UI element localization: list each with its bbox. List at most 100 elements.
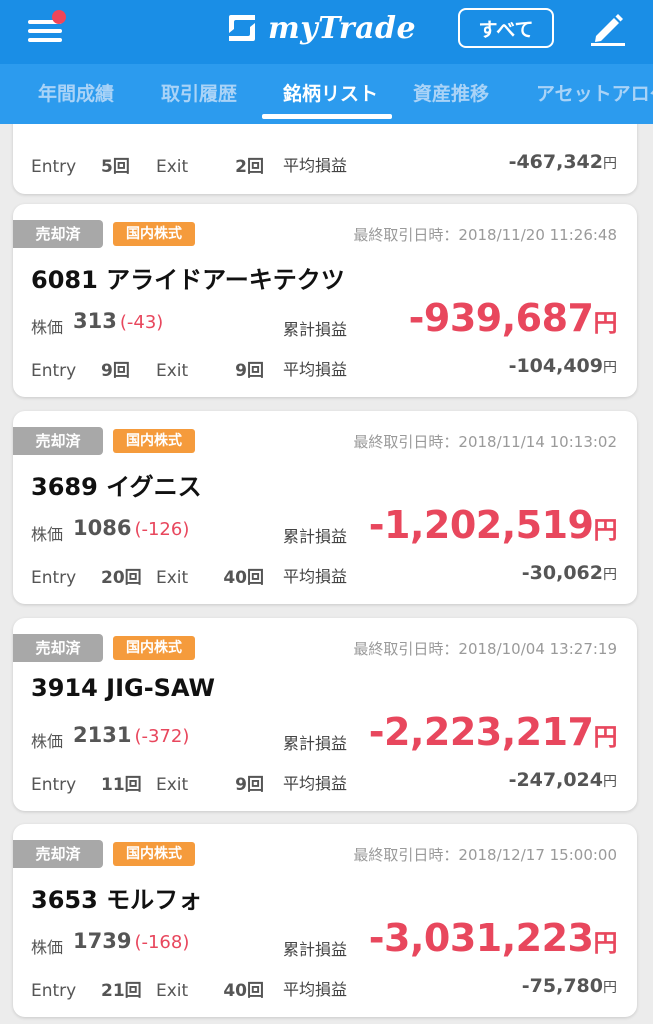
last-trade-datetime: 最終取引日時：2018/11/20 11:26:48: [353, 226, 617, 244]
status-badge: 売却済: [13, 427, 103, 455]
average-pnl-value: -467,342円: [509, 151, 617, 173]
entry-exit-row: Entry 5回 Exit 2回: [31, 152, 264, 177]
filter-all-button[interactable]: すべて: [458, 8, 554, 48]
average-pnl-label: 平均損益: [283, 774, 348, 793]
logo-icon: [229, 15, 255, 41]
status-badge: 売却済: [13, 840, 103, 868]
yen-unit: 円: [593, 309, 618, 337]
price-label: 株価: [31, 938, 64, 957]
entry-count: 21回: [101, 981, 142, 1001]
entry-count: 9回: [101, 361, 130, 381]
average-pnl-amount: -75,780: [521, 975, 603, 997]
price-value: 313: [73, 309, 117, 333]
stock-price: 313 (-43): [73, 309, 163, 333]
edit-icon[interactable]: [588, 10, 628, 46]
yen-unit: 円: [593, 929, 618, 957]
cumulative-pnl-value: -1,202,519円: [368, 503, 618, 547]
market-badge: 国内株式: [113, 222, 195, 246]
app-name: myTrade: [268, 10, 417, 46]
yen-unit: 円: [603, 774, 617, 790]
entry-label: Entry: [31, 775, 77, 795]
stock-card[interactable]: 売却済 国内株式 最終取引日時：2018/11/20 11:26:48 6081…: [13, 204, 637, 397]
status-badge: 売却済: [13, 220, 103, 248]
market-badge: 国内株式: [113, 636, 195, 660]
entry-label: Entry: [31, 568, 77, 588]
price-change: (-126): [134, 519, 190, 540]
price-value: 2131: [73, 723, 132, 747]
last-trade-datetime: 最終取引日時：2018/11/14 10:13:02: [353, 433, 617, 451]
stock-card[interactable]: Entry 5回 Exit 2回 平均損益 -467,342円: [13, 124, 637, 194]
notification-dot: [52, 10, 66, 24]
entry-exit-row: Entry 20回 Exit 40回: [31, 563, 264, 588]
stock-list[interactable]: Entry 5回 Exit 2回 平均損益 -467,342円 売却済 国内株式 最終…: [0, 124, 653, 1024]
average-pnl-value: -75,780円: [522, 975, 617, 997]
entry-count: 20回: [101, 568, 142, 588]
entry-exit-row: Entry 9回 Exit 9回: [31, 356, 264, 381]
cumulative-pnl-value: -2,223,217円: [369, 710, 618, 754]
average-pnl-value: -104,409円: [509, 355, 617, 377]
app-logo: myTrade: [226, 8, 416, 48]
average-pnl-amount: -467,342: [508, 151, 603, 173]
active-tab-indicator: [262, 114, 392, 119]
cumulative-pnl-amount: -939,687: [408, 296, 594, 340]
price-value: 1739: [73, 929, 132, 953]
stock-name: 3653 モルフォ: [31, 886, 203, 914]
cumulative-pnl-value: -939,687円: [408, 296, 618, 340]
price-value: 1086: [73, 516, 132, 540]
stock-card[interactable]: 売却済 国内株式 最終取引日時：2018/12/17 15:00:00 3653…: [13, 824, 637, 1017]
cumulative-pnl-amount: -3,031,223: [368, 916, 594, 960]
tab-trade-history[interactable]: 取引履歴: [161, 64, 237, 124]
average-pnl-amount: -104,409: [508, 355, 603, 377]
tab-annual-results[interactable]: 年間成績: [38, 64, 114, 124]
average-pnl-label: 平均損益: [283, 156, 348, 175]
hamburger-icon-bar: [28, 29, 62, 33]
average-pnl-label: 平均損益: [283, 360, 348, 379]
menu-button[interactable]: [28, 10, 66, 44]
app-header: myTrade すべて: [0, 0, 653, 64]
yen-unit: 円: [603, 567, 617, 583]
entry-label: Entry: [31, 157, 77, 177]
price-change: (-372): [134, 726, 190, 747]
cumulative-pnl-label: 累計損益: [283, 940, 348, 959]
price-change: (-43): [119, 312, 164, 333]
cumulative-pnl-amount: -1,202,519: [368, 503, 594, 547]
stock-name: 3689 イグニス: [31, 473, 202, 501]
exit-count: 9回: [235, 775, 264, 795]
price-label: 株価: [31, 525, 64, 544]
yen-unit: 円: [593, 723, 618, 751]
tab-asset-allocation[interactable]: アセットアロケ: [536, 64, 653, 124]
exit-count: 40回: [223, 981, 264, 1001]
stock-price: 1739 (-168): [73, 929, 189, 953]
entry-count: 5回: [101, 157, 130, 177]
stock-name: 3914 JIG-SAW: [31, 674, 215, 702]
exit-label: Exit: [156, 568, 189, 588]
average-pnl-amount: -247,024: [508, 769, 603, 791]
entry-exit-row: Entry 21回 Exit 40回: [31, 976, 264, 1001]
exit-label: Exit: [156, 157, 189, 177]
entry-exit-row: Entry 11回 Exit 9回: [31, 770, 264, 795]
exit-count: 2回: [235, 157, 264, 177]
tab-asset-trend[interactable]: 資産推移: [413, 64, 489, 124]
cumulative-pnl-label: 累計損益: [283, 734, 348, 753]
stock-card[interactable]: 売却済 国内株式 最終取引日時：2018/10/04 13:27:19 3914…: [13, 618, 637, 811]
market-badge: 国内株式: [113, 842, 195, 866]
stock-price: 1086 (-126): [73, 516, 189, 540]
exit-count: 40回: [223, 568, 264, 588]
status-badge: 売却済: [13, 634, 103, 662]
entry-label: Entry: [31, 981, 77, 1001]
exit-count: 9回: [235, 361, 264, 381]
average-pnl-value: -247,024円: [509, 769, 617, 791]
entry-count: 11回: [101, 775, 142, 795]
stock-card[interactable]: 売却済 国内株式 最終取引日時：2018/11/14 10:13:02 3689…: [13, 411, 637, 604]
cumulative-pnl-label: 累計損益: [283, 527, 348, 546]
average-pnl-label: 平均損益: [283, 980, 348, 999]
average-pnl-label: 平均損益: [283, 567, 348, 586]
cumulative-pnl-value: -3,031,223円: [368, 916, 618, 960]
yen-unit: 円: [593, 516, 618, 544]
market-badge: 国内株式: [113, 429, 195, 453]
last-trade-datetime: 最終取引日時：2018/10/04 13:27:19: [353, 640, 617, 658]
yen-unit: 円: [603, 156, 617, 172]
exit-label: Exit: [156, 981, 189, 1001]
last-trade-datetime: 最終取引日時：2018/12/17 15:00:00: [353, 846, 617, 864]
stock-price: 2131 (-372): [73, 723, 189, 747]
